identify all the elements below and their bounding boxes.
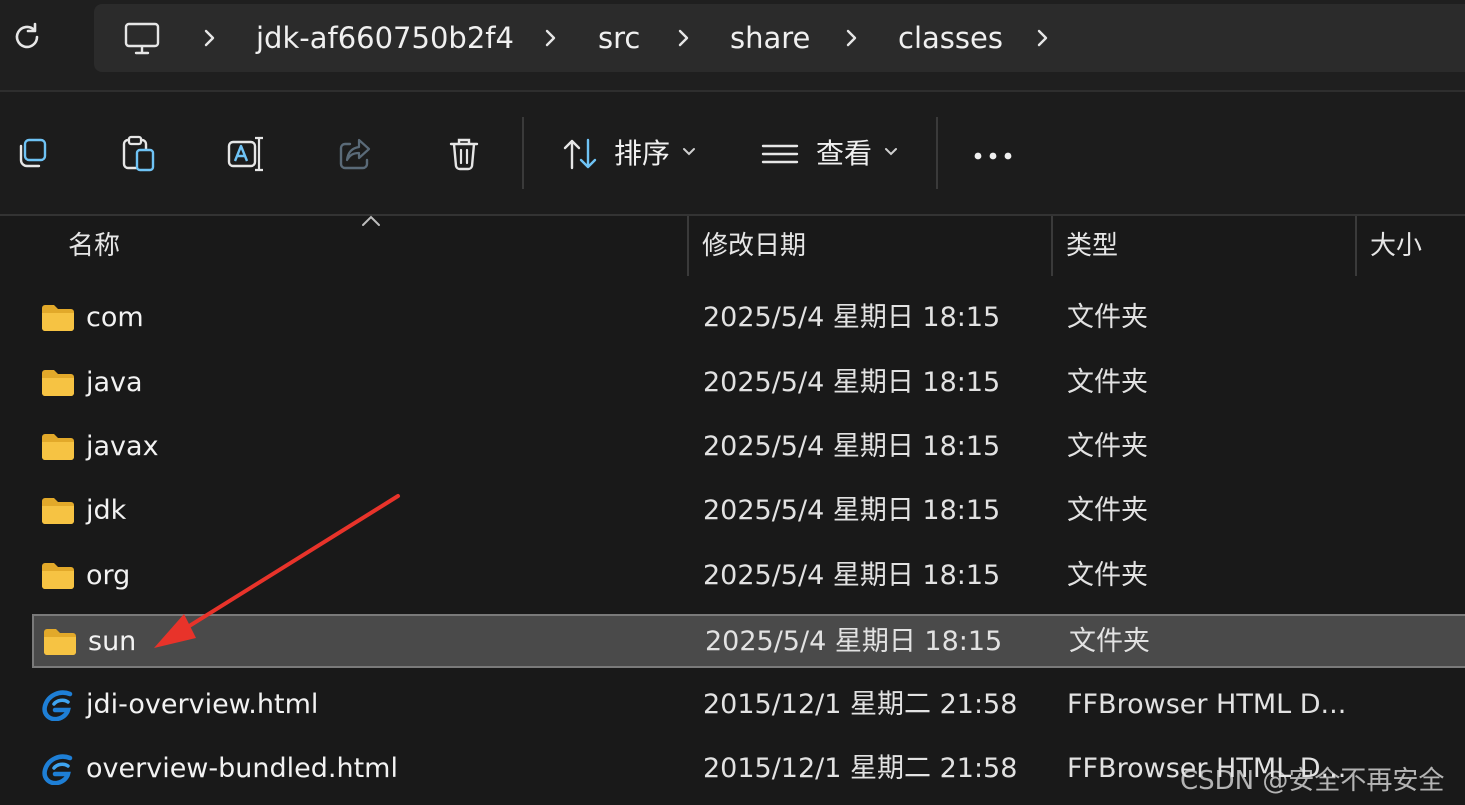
- file-name: java: [86, 367, 143, 398]
- column-modified[interactable]: 修改日期: [702, 228, 806, 264]
- file-type: 文件夹: [1069, 626, 1150, 657]
- file-modified-date: 2025/5/4 星期日 18:15: [703, 302, 1001, 333]
- column-name[interactable]: 名称: [68, 228, 120, 264]
- sort-arrows-icon: [563, 138, 597, 170]
- chevron-right-icon[interactable]: [671, 26, 695, 50]
- refresh-icon[interactable]: [10, 20, 44, 54]
- file-type: 文件夹: [1067, 431, 1148, 462]
- file-row[interactable]: jdi-overview.html 2015/12/1 星期二 21:58 FFBr…: [32, 679, 1465, 733]
- toolbar-divider: [936, 117, 938, 189]
- folder-icon: [42, 563, 74, 589]
- view-button[interactable]: 查看: [756, 92, 916, 214]
- folder-icon: [42, 434, 74, 460]
- file-modified-date: 2025/5/4 星期日 18:15: [703, 560, 1001, 591]
- file-modified-date: 2025/5/4 星期日 18:15: [703, 495, 1001, 526]
- file-row[interactable]: com 2025/5/4 星期日 18:15 文件夹: [32, 292, 1465, 346]
- column-divider[interactable]: [687, 216, 689, 276]
- column-divider[interactable]: [1355, 216, 1357, 276]
- folder-icon: [44, 629, 76, 655]
- file-name: overview-bundled.html: [86, 753, 398, 784]
- more-options-icon[interactable]: [972, 150, 1014, 162]
- file-type: 文件夹: [1067, 302, 1148, 333]
- file-type: FFBrowser HTML D...: [1067, 689, 1347, 720]
- file-name: com: [86, 302, 144, 333]
- folder-icon: [42, 370, 74, 396]
- file-modified-date: 2015/12/1 星期二 21:58: [703, 689, 1018, 720]
- column-type[interactable]: 类型: [1066, 228, 1118, 264]
- file-modified-date: 2025/5/4 星期日 18:15: [705, 626, 1003, 657]
- sort-label: 排序: [614, 137, 671, 170]
- address-bar: jdk-af660750b2f4 src share classes: [0, 0, 1465, 90]
- file-row[interactable]: javax 2025/5/4 星期日 18:15 文件夹: [32, 421, 1465, 475]
- file-name: org: [86, 560, 131, 591]
- share-icon: [339, 138, 371, 170]
- folder-icon: [42, 305, 74, 331]
- file-name: sun: [88, 626, 137, 657]
- chevron-right-icon[interactable]: [538, 26, 562, 50]
- file-modified-date: 2025/5/4 星期日 18:15: [703, 431, 1001, 462]
- chevron-right-icon[interactable]: [839, 26, 863, 50]
- file-modified-date: 2015/12/1 星期二 21:58: [703, 753, 1018, 784]
- breadcrumb-item-share[interactable]: share: [730, 4, 810, 72]
- column-size[interactable]: 大小: [1370, 228, 1422, 264]
- breadcrumb-item-classes[interactable]: classes: [898, 4, 1003, 72]
- list-view-icon: [761, 144, 799, 164]
- file-name: jdk: [86, 495, 127, 526]
- this-pc-icon[interactable]: [124, 22, 160, 56]
- breadcrumb: jdk-af660750b2f4 src share classes: [94, 4, 1465, 72]
- command-bar: 排序 查看: [0, 92, 1465, 214]
- file-name: javax: [86, 431, 159, 462]
- chevron-down-icon: [885, 148, 897, 156]
- delete-icon[interactable]: [444, 134, 484, 174]
- view-label: 查看: [816, 137, 873, 170]
- file-row[interactable]: java 2025/5/4 星期日 18:15 文件夹: [32, 357, 1465, 411]
- file-name: jdi-overview.html: [86, 689, 319, 720]
- chevron-right-icon[interactable]: [1030, 26, 1054, 50]
- copy-icon[interactable]: [12, 134, 52, 174]
- file-type: 文件夹: [1067, 495, 1148, 526]
- breadcrumb-item-jdk[interactable]: jdk-af660750b2f4: [256, 4, 514, 72]
- rename-icon[interactable]: [226, 134, 266, 174]
- toolbar-divider: [522, 117, 524, 189]
- watermark: CSDN @安全不再安全: [1180, 766, 1445, 796]
- column-header: 名称 修改日期 类型 大小: [0, 215, 1465, 278]
- annotation-arrow: [154, 494, 400, 648]
- chevron-down-icon: [683, 148, 695, 156]
- browser-html-icon: [42, 754, 73, 785]
- chevron-right-icon[interactable]: [197, 26, 221, 50]
- file-type: 文件夹: [1067, 367, 1148, 398]
- breadcrumb-item-src[interactable]: src: [598, 4, 640, 72]
- file-modified-date: 2025/5/4 星期日 18:15: [703, 367, 1001, 398]
- column-divider[interactable]: [1051, 216, 1053, 276]
- file-type: 文件夹: [1067, 560, 1148, 591]
- folder-icon: [42, 498, 74, 524]
- browser-html-icon: [42, 690, 73, 721]
- sort-ascending-icon: [362, 215, 380, 226]
- paste-icon[interactable]: [118, 134, 158, 174]
- sort-button[interactable]: 排序: [556, 92, 716, 214]
